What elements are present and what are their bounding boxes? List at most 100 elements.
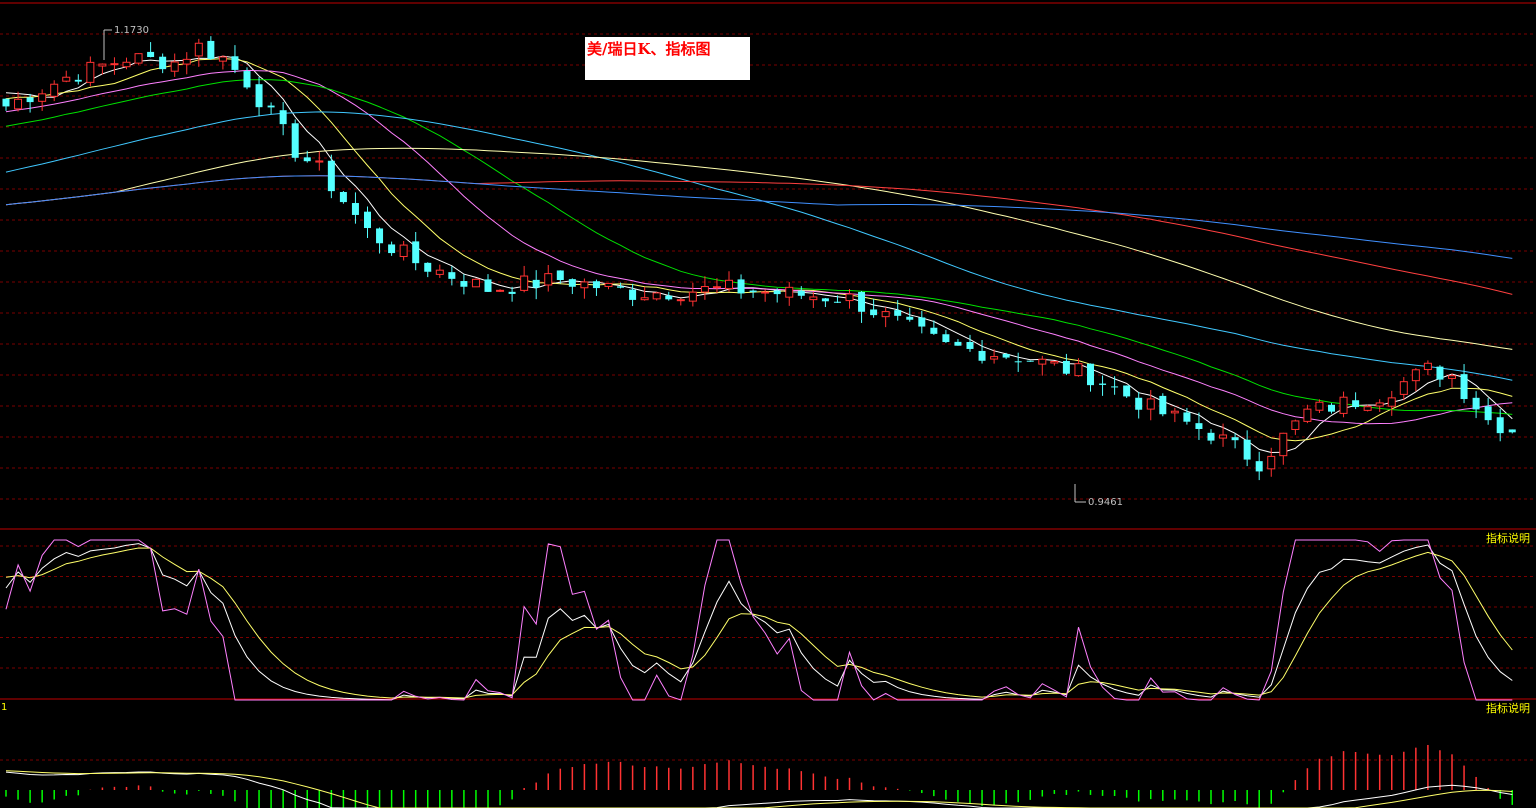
macd-dif-line: [5, 771, 1513, 808]
candle-body-down: [773, 290, 781, 295]
candle-body-down: [243, 71, 251, 88]
candle-body-down: [364, 211, 371, 229]
candle-body-up: [640, 297, 649, 301]
candle-body-up: [194, 42, 203, 57]
candle-body-down: [749, 290, 757, 293]
macd-panel-marker: 1: [1, 702, 8, 713]
candle-body-up: [1411, 369, 1420, 382]
candle-body-down: [1135, 397, 1143, 410]
candle-body-up: [1291, 420, 1300, 430]
candle-body-down: [1159, 395, 1167, 415]
candle-body-up: [134, 53, 143, 64]
low-price-label: 0.9461: [1088, 497, 1123, 508]
candle-body-up: [218, 56, 227, 62]
candle-body-up: [1267, 455, 1276, 470]
candle-body-down: [1195, 423, 1203, 429]
candle-body-up: [725, 279, 733, 290]
candle-body-down: [159, 56, 167, 70]
candle-body-up: [1038, 358, 1047, 365]
candle-body-up: [761, 291, 770, 294]
candle-body-down: [797, 290, 805, 296]
indicator-help-button-macd[interactable]: 指标说明: [1486, 702, 1530, 715]
candle-body-down: [1207, 432, 1215, 441]
candle-body-down: [376, 228, 384, 244]
candle-body-up: [580, 281, 589, 289]
candle-body-down: [267, 105, 275, 108]
candle-body-down: [1460, 374, 1468, 400]
candle-body-down: [1472, 397, 1480, 410]
candle-body-up: [1303, 408, 1312, 422]
candle-body-down: [279, 110, 287, 125]
kdj-d-line: [5, 547, 1513, 699]
candle-body-down: [255, 84, 263, 108]
candle-body-down: [894, 310, 902, 316]
candle-body-up: [471, 278, 480, 288]
candle-body-up: [98, 63, 107, 67]
candle-body-down: [532, 279, 540, 288]
candle-body-up: [1387, 397, 1396, 407]
candle-body-up: [50, 83, 59, 97]
candlestick-layer: [2, 36, 1516, 481]
high-price-label: 1.1730: [114, 25, 149, 36]
grid-layer: [0, 2, 1536, 761]
candle-body-down: [1087, 363, 1094, 386]
candle-body-up: [881, 311, 890, 318]
candle-body-down: [1111, 386, 1119, 388]
candle-body-down: [833, 301, 841, 303]
candle-body-down: [954, 341, 962, 346]
candle-body-up: [688, 291, 697, 302]
candle-body-down: [592, 281, 600, 289]
candle-body-up: [1448, 375, 1456, 379]
candle-body-down: [424, 262, 432, 272]
candle-body-up: [520, 275, 529, 291]
candle-body-down: [1508, 429, 1516, 433]
kdj-j-line: [5, 539, 1513, 701]
candle-body-down: [870, 309, 878, 316]
candle-body-down: [978, 350, 986, 361]
candle-body-up: [785, 286, 794, 298]
indicator-help-button-kdj[interactable]: 指标说明: [1486, 532, 1530, 545]
candle-body-down: [1436, 366, 1444, 380]
candle-body-down: [617, 286, 625, 288]
candle-body-down: [930, 327, 938, 334]
candle-body-up: [1399, 381, 1408, 395]
candle-body-up: [399, 244, 408, 258]
candle-body-down: [629, 289, 637, 300]
candle-body-down: [568, 279, 576, 287]
candle-body-down: [821, 298, 829, 302]
chart-title: 美/瑞日K、指标图: [585, 37, 750, 80]
candle-body-down: [942, 334, 950, 343]
candle-body-up: [845, 293, 854, 302]
candle-body-down: [448, 272, 456, 279]
candle-body-down: [858, 291, 866, 312]
candle-body-up: [1170, 410, 1179, 414]
candle-body-up: [86, 61, 95, 83]
candle-body-down: [665, 295, 673, 300]
candle-body-down: [303, 157, 311, 162]
candle-body-down: [412, 241, 420, 264]
candle-body-down: [26, 97, 34, 103]
candle-body-up: [700, 286, 709, 293]
ma-line-10: [5, 58, 1513, 442]
candle-body-up: [676, 299, 685, 302]
candle-body-up: [1146, 398, 1155, 410]
moving-average-layer: [5, 55, 1513, 454]
candle-body-down: [351, 203, 359, 215]
candle-body-down: [2, 98, 10, 107]
candle-body-down: [207, 40, 215, 59]
candle-body-down: [484, 279, 492, 292]
candle-body-down: [460, 281, 468, 287]
candle-body-down: [74, 79, 82, 82]
candle-body-up: [435, 269, 444, 275]
candle-body-down: [508, 291, 516, 294]
candle-body-down: [1496, 417, 1504, 434]
candle-body-up: [652, 292, 661, 300]
candle-body-up: [712, 286, 721, 289]
candle-body-down: [1183, 412, 1191, 422]
candle-body-down: [1255, 461, 1263, 472]
chart-canvas: 1.1730 0.9461: [0, 2, 1536, 808]
candle-body-down: [1243, 439, 1251, 460]
candle-body-down: [231, 56, 239, 70]
candle-body-up: [1375, 402, 1384, 407]
candle-body-up: [1279, 432, 1288, 457]
